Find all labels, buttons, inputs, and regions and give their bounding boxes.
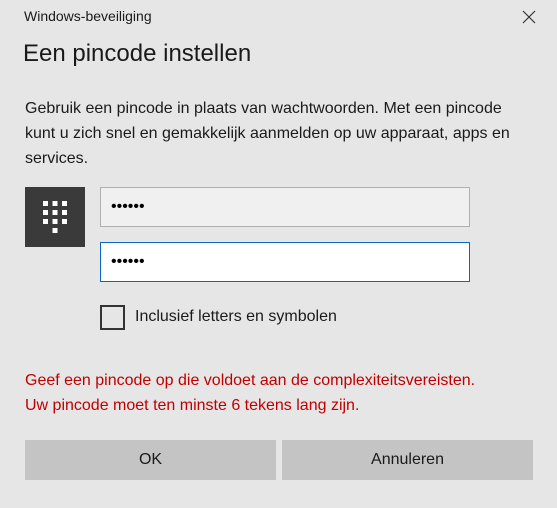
- confirm-pin-field[interactable]: ••••••: [100, 242, 470, 282]
- cancel-button[interactable]: Annuleren: [282, 440, 533, 480]
- include-letters-option[interactable]: Inclusief letters en symbolen: [100, 304, 337, 330]
- dialog-heading: Een pincode instellen: [23, 40, 252, 67]
- window-title: Windows-beveiliging: [24, 8, 152, 24]
- error-line-2: Uw pincode moet ten minste 6 tekens lang…: [25, 397, 360, 414]
- close-icon: [522, 10, 536, 24]
- include-letters-checkbox[interactable]: [100, 304, 125, 330]
- dialog-description: Gebruik een pincode in plaats van wachtw…: [25, 100, 510, 167]
- close-button[interactable]: [509, 2, 549, 32]
- new-pin-field[interactable]: ••••••: [100, 187, 470, 227]
- include-letters-label: Inclusief letters en symbolen: [135, 308, 337, 325]
- keypad-icon: [25, 187, 85, 247]
- error-line-1: Geef een pincode op die voldoet aan de c…: [25, 372, 476, 389]
- error-message: Geef een pincode op die voldoet aan de c…: [25, 368, 545, 418]
- new-pin-value: ••••••: [111, 198, 145, 215]
- confirm-pin-value: ••••••: [111, 253, 145, 270]
- security-dialog: Windows-beveiliging Een pincode instelle…: [0, 0, 557, 508]
- ok-button[interactable]: OK: [25, 440, 276, 480]
